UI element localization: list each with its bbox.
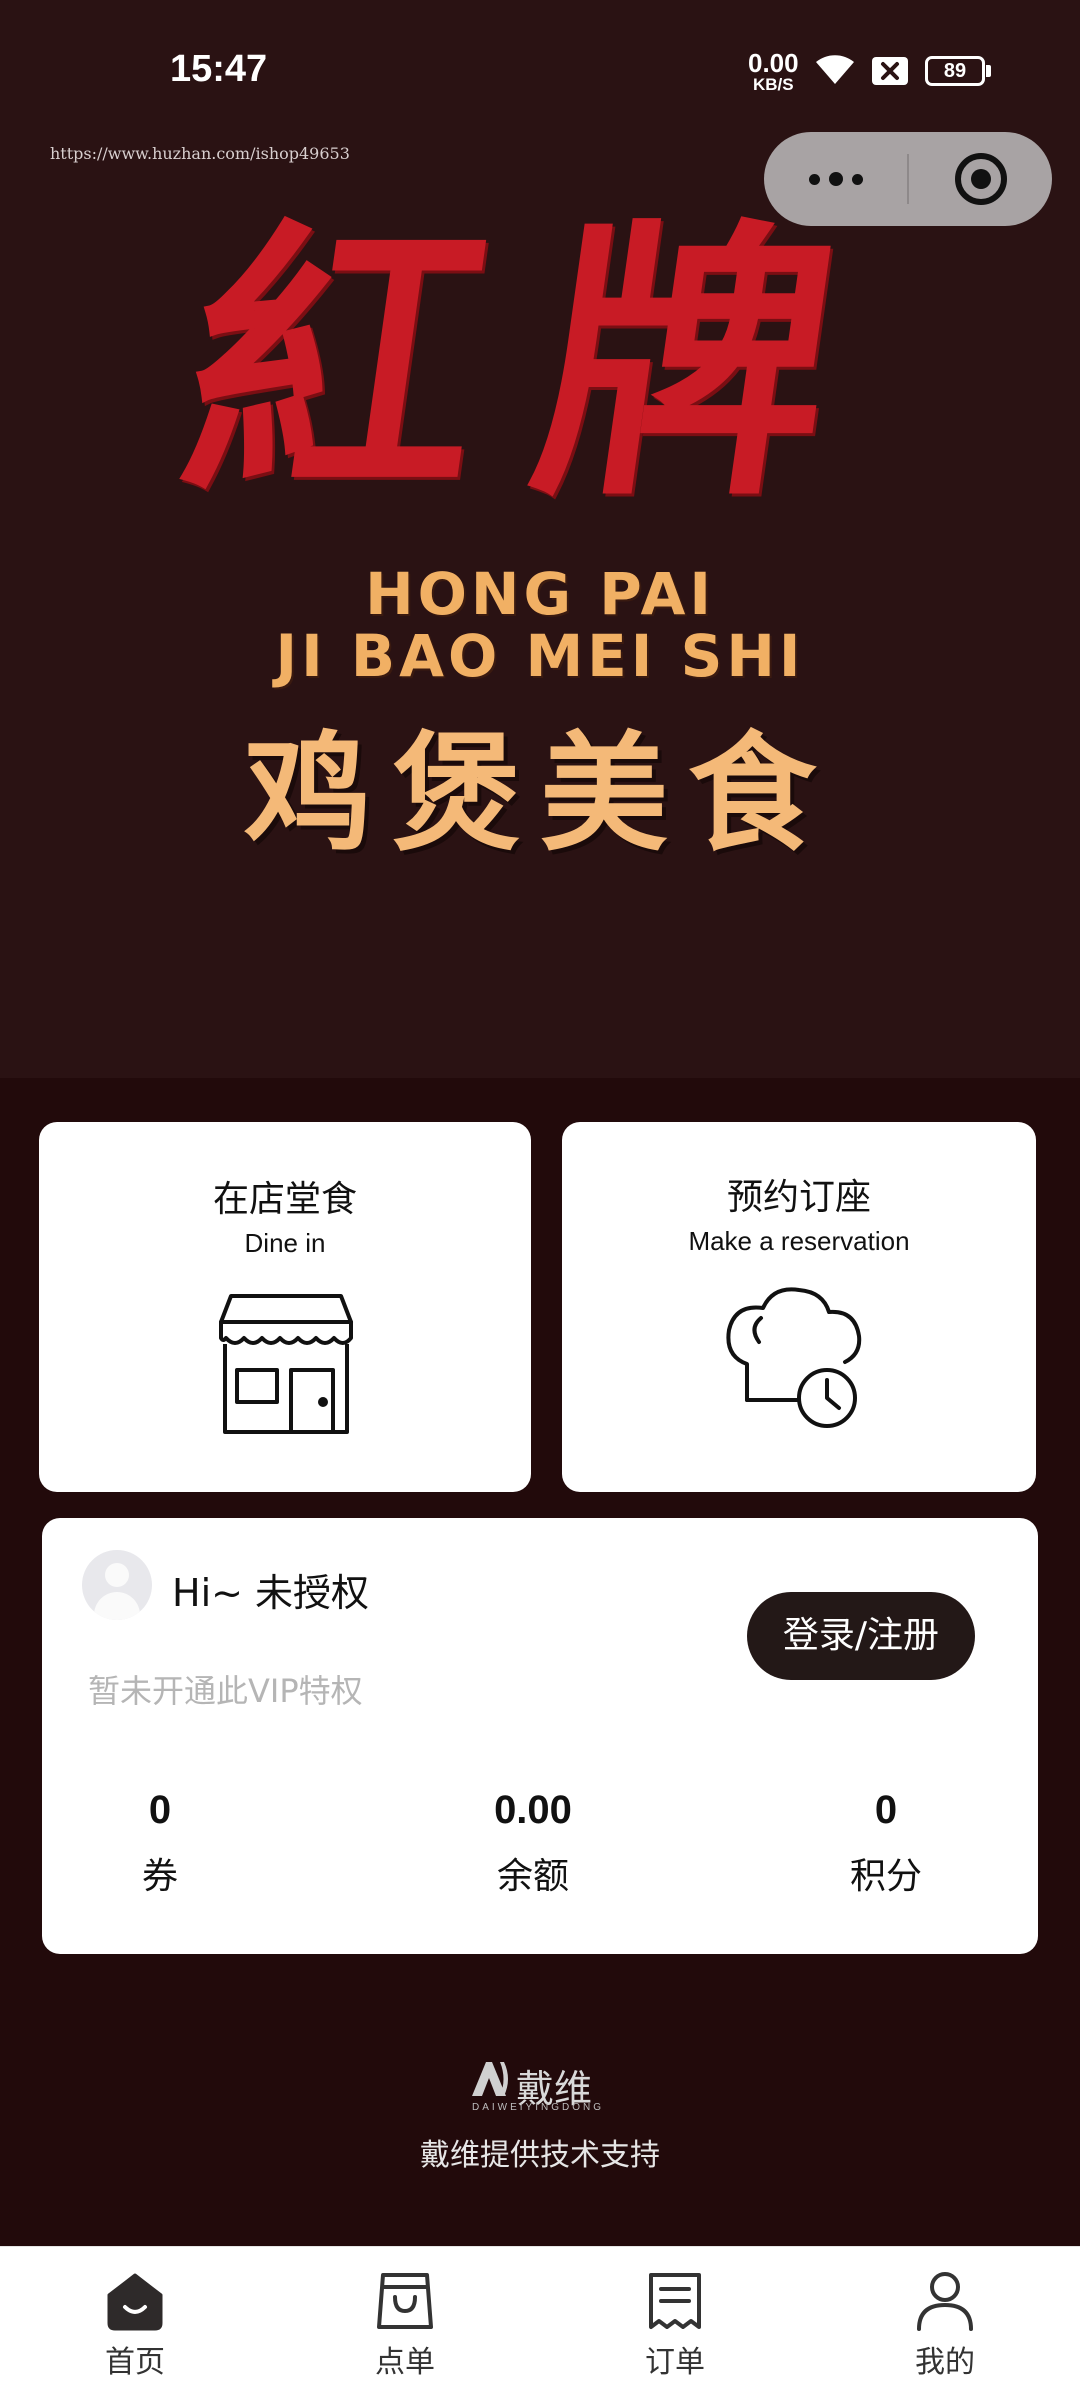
shopping-bag-icon bbox=[377, 2273, 433, 2329]
status-bar: 15:47 0.00 KB/S 89 bbox=[0, 0, 1080, 130]
net-speed-value: 0.00 bbox=[748, 48, 799, 78]
reservation-title: 预约订座 bbox=[726, 1177, 871, 1218]
points-label: 积分 bbox=[849, 1856, 922, 1897]
bottom-tab-bar: 首页 点单 订单 我的 bbox=[0, 2246, 1080, 2400]
home-icon bbox=[107, 2273, 163, 2331]
stat-balance[interactable]: 0.00 余额 bbox=[433, 1788, 633, 1899]
net-speed-unit: KB/S bbox=[752, 75, 794, 94]
avatar[interactable] bbox=[82, 1550, 152, 1620]
net-speed: 0.00 KB/S bbox=[748, 50, 799, 93]
dine-in-card[interactable]: 在店堂食 Dine in bbox=[39, 1122, 531, 1492]
coupon-count: 0 bbox=[148, 1788, 172, 1832]
tab-profile-label: 我的 bbox=[915, 2345, 975, 2380]
greeting-text: Hi~ 未授权 bbox=[172, 1571, 370, 1615]
member-card: Hi~ 未授权 登录/注册 暂未开通此VIP特权 0 券 0.00 余额 0 积… bbox=[42, 1518, 1038, 1954]
user-icon bbox=[917, 2272, 973, 2331]
points-value: 0 bbox=[874, 1788, 898, 1832]
reservation-subtitle: Make a reservation bbox=[688, 1226, 910, 1256]
receipt-icon bbox=[649, 2273, 701, 2329]
sim-x-icon bbox=[872, 57, 908, 85]
login-register-button[interactable]: 登录/注册 bbox=[747, 1592, 975, 1680]
tech-support-text: 戴维提供技术支持 bbox=[420, 2138, 660, 2173]
tab-orders[interactable]: 订单 bbox=[575, 2247, 775, 2400]
balance-value: 0.00 bbox=[494, 1788, 572, 1832]
tab-home[interactable]: 首页 bbox=[35, 2247, 235, 2400]
status-time: 15:47 bbox=[170, 48, 268, 90]
chef-hat-clock-icon bbox=[726, 1287, 862, 1428]
dine-in-subtitle: Dine in bbox=[244, 1228, 326, 1258]
reservation-card[interactable]: 预约订座 Make a reservation bbox=[562, 1122, 1036, 1492]
brand-logo-en-line2: JI BAO MEI SHI bbox=[275, 622, 805, 690]
banner: 15:47 0.00 KB/S 89 https://www.huzhan.co… bbox=[0, 0, 1080, 1078]
dine-in-title: 在店堂食 bbox=[212, 1179, 357, 1220]
storefront-icon bbox=[219, 1294, 353, 1434]
brand-logo-cn: 紅牌 bbox=[166, 195, 914, 535]
brand-logo-subtitle: 鸡煲美食 bbox=[243, 719, 836, 869]
battery-icon: 89 bbox=[925, 56, 991, 86]
provider-logo-mark-icon bbox=[472, 2062, 508, 2096]
provider-logo-en: DAIWEIYINGDONG bbox=[472, 2102, 605, 2113]
tab-order-food-label: 点单 bbox=[375, 2345, 435, 2380]
tab-orders-label: 订单 bbox=[645, 2345, 705, 2380]
provider-logo: 戴维 DAIWEIYINGDONG bbox=[470, 2058, 610, 2116]
stat-coupons[interactable]: 0 券 bbox=[60, 1788, 260, 1899]
tab-profile[interactable]: 我的 bbox=[845, 2247, 1045, 2400]
balance-label: 余额 bbox=[496, 1856, 569, 1897]
battery-level: 89 bbox=[943, 60, 967, 82]
brand-logo-en-line1: HONG PAI bbox=[365, 560, 715, 628]
tab-order-food[interactable]: 点单 bbox=[305, 2247, 505, 2400]
vip-note: 暂未开通此VIP特权 bbox=[88, 1672, 363, 1710]
coupon-label: 券 bbox=[141, 1856, 178, 1897]
wifi-icon bbox=[816, 55, 854, 84]
stat-points[interactable]: 0 积分 bbox=[786, 1788, 986, 1899]
watermark-url: https://www.huzhan.com/ishop49653 bbox=[50, 144, 350, 163]
tab-home-label: 首页 bbox=[105, 2345, 165, 2380]
close-miniprogram-icon[interactable] bbox=[909, 132, 1052, 226]
